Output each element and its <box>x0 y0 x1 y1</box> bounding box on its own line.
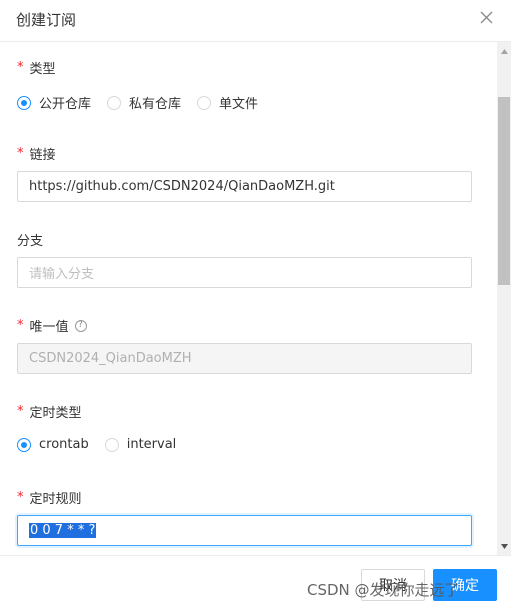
type-label-text: 类型 <box>29 62 56 77</box>
schedule-type-radio-group: crontab interval <box>17 437 176 452</box>
schedule-rule-label: * 定时规则 <box>17 488 82 507</box>
radio-label: 私有仓库 <box>129 97 182 112</box>
caret-down-icon <box>500 543 508 549</box>
radio-label: crontab <box>39 437 89 452</box>
branch-input[interactable]: 请输入分支 <box>17 257 472 288</box>
caret-up-icon <box>500 48 508 54</box>
close-button[interactable] <box>476 6 496 28</box>
required-mark: * <box>17 318 24 333</box>
radio-unchecked-icon <box>104 437 119 452</box>
radio-checked-icon <box>17 95 31 110</box>
radio-checked-icon <box>17 437 31 452</box>
dialog-title: 创建订阅 <box>16 11 77 29</box>
radio-crontab[interactable]: crontab <box>17 437 89 452</box>
csdn-watermark: CSDN @发现你走远了 <box>307 581 460 599</box>
radio-single-file[interactable]: 单文件 <box>197 93 258 112</box>
branch-label: 分支 <box>17 230 43 249</box>
selected-text: 0 0 7 * * ? <box>29 523 97 538</box>
radio-interval[interactable]: interval <box>104 437 177 452</box>
link-label: * 链接 <box>17 144 56 163</box>
radio-unchecked-icon <box>197 95 212 110</box>
type-radio-group: 公开仓库 私有仓库 单文件 <box>17 93 258 112</box>
required-mark: * <box>17 60 24 75</box>
radio-unchecked-icon <box>107 95 122 110</box>
question-circle-icon[interactable]: ? <box>74 319 87 332</box>
radio-label: interval <box>126 437 177 452</box>
schedule-rule-label-text: 定时规则 <box>29 492 82 507</box>
branch-label-text: 分支 <box>17 234 44 249</box>
type-label: * 类型 <box>17 58 56 77</box>
scroll-up-arrow[interactable] <box>497 44 511 58</box>
unique-value-input: CSDN2024_QianDaoMZH <box>17 343 472 374</box>
dialog-header: 创建订阅 <box>0 0 511 42</box>
radio-label: 公开仓库 <box>39 97 92 112</box>
scroll-down-arrow[interactable] <box>497 539 511 553</box>
schedule-type-label-text: 定时类型 <box>29 406 82 421</box>
close-icon <box>480 11 492 23</box>
unique-value-label-text: 唯一值 <box>29 320 69 335</box>
schedule-rule-input[interactable]: 0 0 7 * * ? <box>17 515 472 546</box>
unique-value-label: * 唯一值 ? <box>17 316 87 335</box>
required-mark: * <box>17 404 24 419</box>
schedule-type-label: * 定时类型 <box>17 402 82 421</box>
scrollbar-thumb[interactable] <box>498 97 510 285</box>
required-mark: * <box>17 490 24 505</box>
dialog-body: * 类型 公开仓库 私有仓库 单文件 * 链接 https://github.c… <box>0 42 497 554</box>
link-input[interactable]: https://github.com/CSDN2024/QianDaoMZH.g… <box>17 171 472 202</box>
required-mark: * <box>17 146 24 161</box>
link-label-text: 链接 <box>29 148 56 163</box>
radio-private-repo[interactable]: 私有仓库 <box>107 93 181 112</box>
radio-public-repo[interactable]: 公开仓库 <box>17 93 91 112</box>
radio-label: 单文件 <box>219 97 259 112</box>
vertical-scrollbar[interactable] <box>497 42 511 555</box>
